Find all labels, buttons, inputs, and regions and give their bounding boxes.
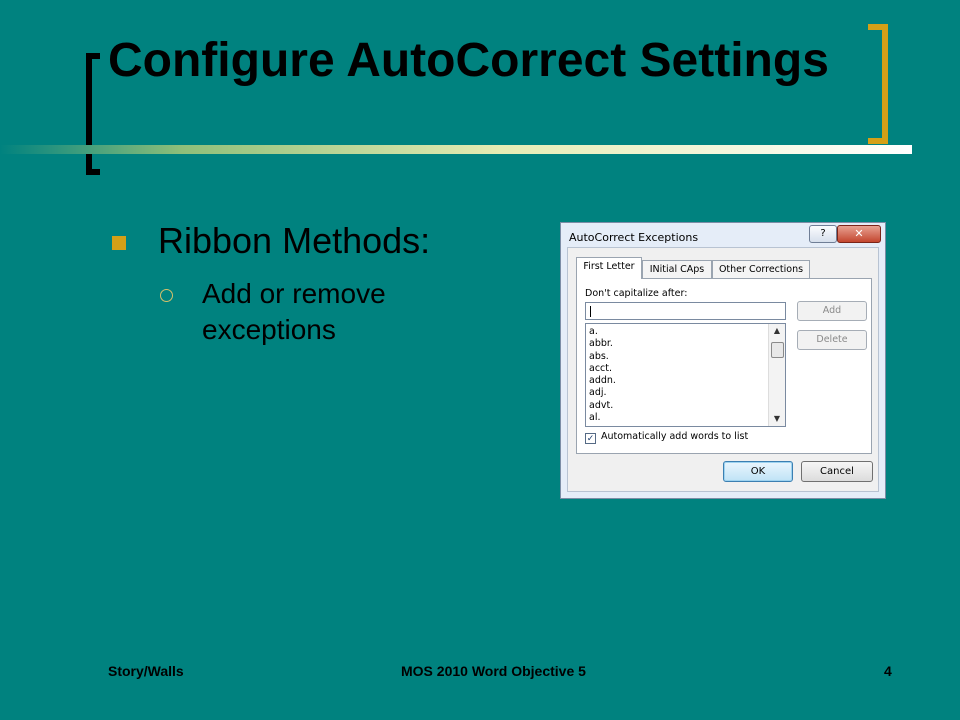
list-item[interactable]: al.: [586, 412, 616, 424]
scroll-up-icon[interactable]: ▲: [769, 324, 785, 338]
bullet-text-ribbon-methods: Ribbon Methods:: [158, 220, 431, 261]
close-button[interactable]: ✕: [837, 225, 881, 243]
list-item[interactable]: acct.: [586, 363, 616, 375]
help-button[interactable]: ?: [809, 225, 837, 243]
title-bracket-left: [86, 53, 100, 175]
square-bullet-icon: [112, 236, 126, 250]
scroll-down-icon[interactable]: ▼: [769, 412, 785, 426]
dialog-title: AutoCorrect Exceptions: [569, 231, 699, 244]
circle-bullet-icon: [160, 289, 173, 302]
tab-initial-caps[interactable]: INitial CAps: [642, 260, 712, 278]
list-item[interactable]: a.: [586, 326, 616, 338]
list-item[interactable]: advt.: [586, 400, 616, 412]
slide: Configure AutoCorrect Settings Ribbon Me…: [0, 0, 960, 720]
footer-page-number: 4: [884, 663, 892, 679]
footer-author: Story/Walls: [108, 663, 184, 679]
title-underline-bar: [0, 145, 912, 154]
text-caret: [590, 306, 591, 317]
auto-add-checkbox[interactable]: ✓: [585, 433, 596, 444]
delete-button[interactable]: Delete: [797, 330, 867, 350]
slide-title: Configure AutoCorrect Settings: [108, 34, 829, 87]
cancel-button[interactable]: Cancel: [801, 461, 873, 482]
list-item[interactable]: abbr.: [586, 338, 616, 350]
list-item[interactable]: adj.: [586, 387, 616, 399]
dialog-body: First Letter INitial CAps Other Correcti…: [567, 247, 879, 492]
list-item[interactable]: addn.: [586, 375, 616, 387]
list-item[interactable]: abs.: [586, 351, 616, 363]
exception-input[interactable]: [585, 302, 786, 320]
exceptions-list[interactable]: a. abbr. abs. acct. addn. adj. advt. al. ▲ ▼: [585, 323, 786, 427]
list-items: a. abbr. abs. acct. addn. adj. advt. al.: [586, 326, 616, 424]
tab-first-letter[interactable]: First Letter: [576, 257, 642, 279]
auto-add-label[interactable]: Automatically add words to list: [601, 431, 748, 442]
bullet-text-add-remove: Add or remove exceptions: [202, 278, 386, 345]
footer-course: MOS 2010 Word Objective 5: [401, 663, 586, 679]
add-button[interactable]: Add: [797, 301, 867, 321]
list-scrollbar[interactable]: ▲ ▼: [768, 324, 785, 426]
dont-capitalize-label: Don't capitalize after:: [585, 288, 688, 299]
ok-button[interactable]: OK: [723, 461, 793, 482]
autocorrect-exceptions-dialog: AutoCorrect Exceptions ? ✕ First Letter …: [560, 222, 886, 499]
title-bracket-right: [868, 24, 888, 144]
first-letter-panel: Don't capitalize after: Add Delete a. abb…: [576, 278, 872, 454]
tab-other-corrections[interactable]: Other Corrections: [712, 260, 810, 278]
scroll-thumb[interactable]: [771, 342, 784, 358]
